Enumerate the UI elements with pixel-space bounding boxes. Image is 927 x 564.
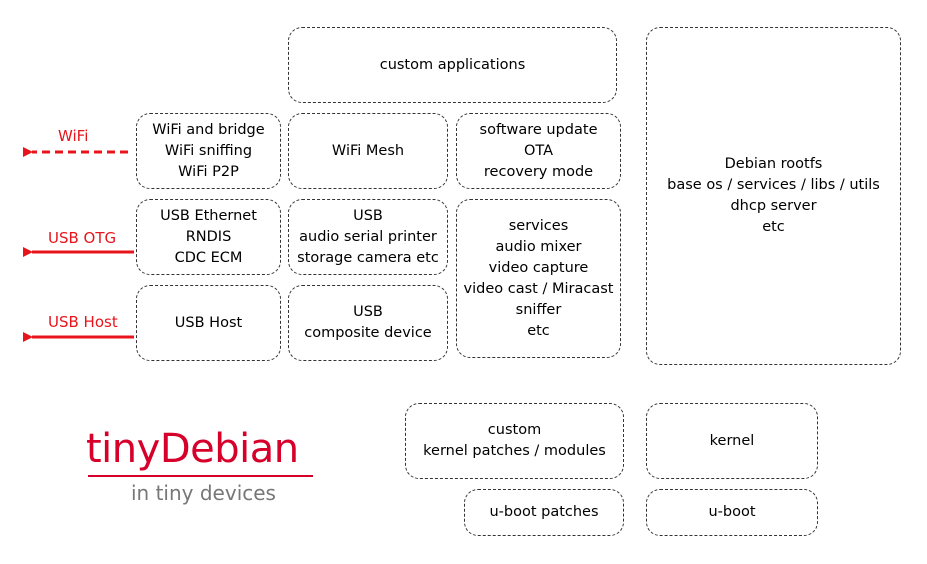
box-line: custom [487,422,542,438]
box-line: Debian rootfs [724,156,823,172]
logo-title: tinyDebian [86,426,299,472]
box-line: sniffer [515,301,562,318]
box-line: USB Ethernet [160,207,257,224]
box-line: RNDIS [185,228,232,245]
box-line: video cast / Miracast [463,280,614,297]
box-line: audio serial printer [299,228,437,245]
box-line: u-boot patches [489,504,599,520]
logo-underline [88,475,313,477]
wifi-mesh-box: WiFi Mesh [288,113,448,189]
box-line: WiFi Mesh [331,142,405,159]
box-line: storage camera etc [297,249,439,266]
box-line: audio mixer [495,238,582,255]
box-line: USB [353,304,383,320]
box-line: base os / services / libs / utils [667,177,880,193]
box-line: etc [762,219,785,235]
kernel-box: kernel [646,403,818,479]
usb-composite-box: USB composite device [288,285,448,361]
uboot-box: u-boot [646,489,818,536]
wifi-box: WiFi and bridge WiFi sniffing WiFi P2P [136,113,281,189]
box-line: kernel patches / modules [423,443,606,459]
wifi-label: WiFi [58,127,89,145]
uboot-patches-box: u-boot patches [464,489,624,536]
box-line: kernel [709,432,755,449]
services-box: services audio mixer video capture video… [456,199,621,358]
software-update-box: software update OTA recovery mode [456,113,621,189]
box-line: services [508,217,569,234]
usb-gadgets-box: USB audio serial printer storage camera … [288,199,448,275]
box-line: etc [527,322,550,339]
box-line: recovery mode [483,163,594,180]
usb-otg-label: USB OTG [48,229,117,247]
box-line: USB Host [174,314,243,331]
box-line: WiFi and bridge [152,121,265,138]
usb-host-box: USB Host [136,285,281,361]
box-line: u-boot [708,504,756,520]
kernel-patches-box: custom kernel patches / modules [405,403,624,479]
box-line: OTA [523,142,554,159]
custom-applications-box: custom applications [288,27,617,103]
box-line: WiFi sniffing [164,142,253,159]
box-line: CDC ECM [174,249,243,266]
usb-ethernet-box: USB Ethernet RNDIS CDC ECM [136,199,281,275]
box-line: dhcp server [730,198,817,214]
box-line: composite device [304,325,432,341]
box-line: USB [353,207,383,224]
logo-tagline: in tiny devices [131,481,276,505]
box-line: WiFi P2P [178,163,239,180]
debian-rootfs-box: Debian rootfs base os / services / libs … [646,27,901,365]
box-line: software update [479,121,598,138]
box-line: video capture [488,259,589,276]
box-line: custom applications [379,56,526,73]
usb-host-label: USB Host [48,313,118,331]
